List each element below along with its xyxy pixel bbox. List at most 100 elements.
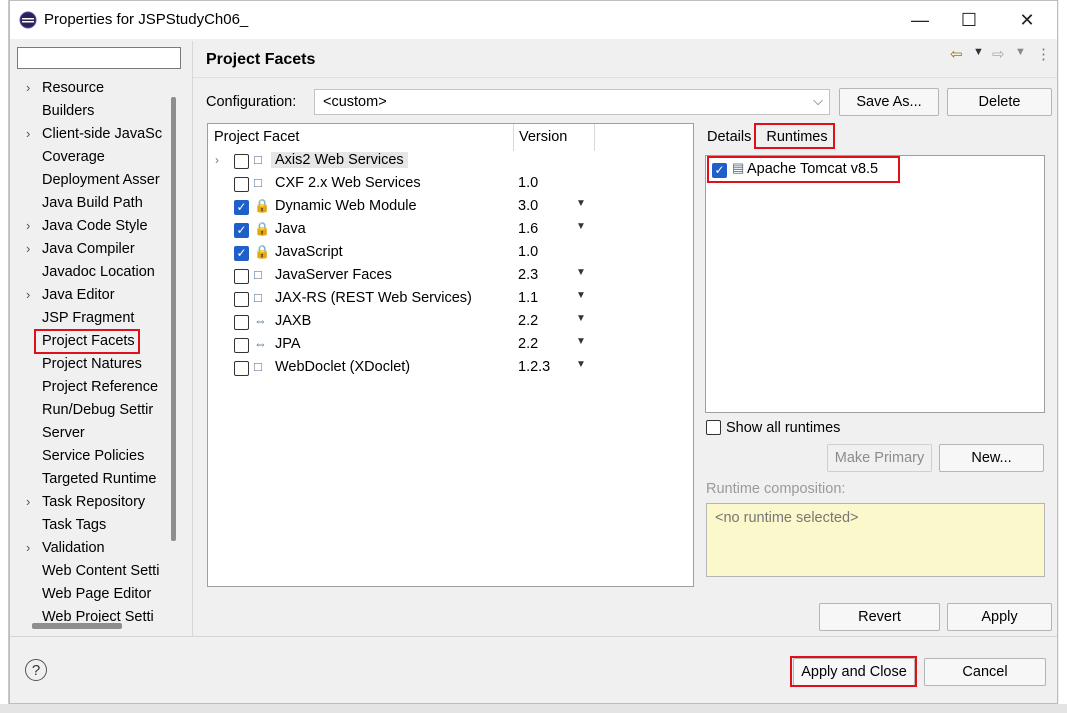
apply-button[interactable]: Apply [947, 603, 1052, 631]
facet-checkbox[interactable] [234, 361, 249, 376]
runtime-composition-value: <no runtime selected> [715, 510, 859, 526]
cancel-button[interactable]: Cancel [924, 658, 1046, 686]
facet-version[interactable]: 2.2 [518, 313, 538, 329]
nav-item[interactable]: Server [14, 422, 170, 444]
facet-version[interactable]: 1.2.3 [518, 359, 550, 375]
column-header-version[interactable]: Version [519, 129, 567, 145]
help-icon[interactable]: ? [25, 659, 47, 681]
nav-item[interactable]: Targeted Runtime [14, 468, 170, 490]
facet-row[interactable]: ✓ 🔒 JavaScript 1.0 [208, 242, 693, 265]
facet-checkbox[interactable] [234, 154, 249, 169]
nav-item[interactable]: Web Content Setti [14, 560, 170, 582]
column-separator[interactable] [513, 124, 514, 151]
chevron-right-icon[interactable]: › [26, 77, 36, 99]
make-primary-button[interactable]: Make Primary [827, 444, 932, 472]
new-runtime-button[interactable]: New... [939, 444, 1044, 472]
maximize-button[interactable]: ☐ [946, 1, 992, 39]
facet-checkbox[interactable]: ✓ [234, 223, 249, 238]
nav-item-label: Web Page Editor [42, 586, 152, 602]
version-dropdown-icon[interactable]: ▼ [576, 313, 586, 324]
version-dropdown-icon[interactable]: ▼ [576, 267, 586, 278]
facet-row[interactable]: ✓ 🔒 Java 1.6 ▼ [208, 219, 693, 242]
version-dropdown-icon[interactable]: ▼ [576, 290, 586, 301]
nav-item[interactable]: Project Reference [14, 376, 170, 398]
nav-horizontal-scrollbar[interactable] [32, 623, 122, 629]
nav-item[interactable]: Service Policies [14, 445, 170, 467]
nav-item[interactable]: JSP Fragment [14, 307, 170, 329]
back-menu-chevron-icon[interactable]: ▼ [973, 46, 984, 58]
facet-version[interactable]: 1.0 [518, 175, 538, 191]
chevron-right-icon[interactable]: › [26, 491, 36, 513]
facet-version[interactable]: 1.6 [518, 221, 538, 237]
version-dropdown-icon[interactable]: ▼ [576, 221, 586, 232]
facet-version[interactable]: 1.1 [518, 290, 538, 306]
facet-version[interactable]: 2.3 [518, 267, 538, 283]
configuration-select[interactable]: <custom> ⌵ [314, 89, 830, 115]
nav-item[interactable]: Web Project Setti [14, 606, 170, 622]
chevron-right-icon[interactable]: › [215, 153, 219, 167]
filter-input[interactable] [17, 47, 181, 69]
close-button[interactable]: ✕ [1004, 1, 1050, 39]
pane-splitter[interactable] [192, 41, 193, 637]
facet-row[interactable]: ⇔ JAXB 2.2 ▼ [208, 311, 693, 334]
column-separator[interactable] [594, 124, 595, 151]
nav-item[interactable]: Deployment Asser [14, 169, 170, 191]
chevron-right-icon[interactable]: › [26, 215, 36, 237]
facet-row[interactable]: □ JAX-RS (REST Web Services) 1.1 ▼ [208, 288, 693, 311]
nav-vertical-scrollbar[interactable] [171, 97, 176, 541]
show-all-runtimes-checkbox[interactable] [706, 420, 721, 435]
facet-row[interactable]: □ CXF 2.x Web Services 1.0 [208, 173, 693, 196]
nav-item[interactable]: › Java Editor [14, 284, 170, 306]
nav-item[interactable]: › Resource [14, 77, 170, 99]
forward-arrow-icon[interactable]: ⇨ [992, 45, 1005, 63]
chevron-right-icon[interactable]: › [26, 238, 36, 260]
facet-row[interactable]: ✓ 🔒 Dynamic Web Module 3.0 ▼ [208, 196, 693, 219]
column-header-facet[interactable]: Project Facet [214, 129, 299, 145]
facet-row[interactable]: › □ Axis2 Web Services [208, 150, 693, 173]
facet-row[interactable]: □ JavaServer Faces 2.3 ▼ [208, 265, 693, 288]
facet-checkbox[interactable]: ✓ [234, 246, 249, 261]
facet-checkbox[interactable] [234, 338, 249, 353]
facet-row[interactable]: ⇔ JPA 2.2 ▼ [208, 334, 693, 357]
chevron-right-icon[interactable]: › [26, 537, 36, 559]
facet-checkbox[interactable] [234, 177, 249, 192]
back-arrow-icon[interactable]: ⇦ [950, 45, 963, 63]
version-dropdown-icon[interactable]: ▼ [576, 359, 586, 370]
nav-item-label: Javadoc Location [42, 264, 155, 280]
forward-menu-chevron-icon[interactable]: ▼ [1015, 46, 1026, 58]
nav-item[interactable]: Coverage [14, 146, 170, 168]
facet-checkbox[interactable] [234, 315, 249, 330]
tab-details[interactable]: Details [707, 129, 751, 145]
view-menu-icon[interactable]: ⋮ [1036, 45, 1051, 63]
facet-icon: ⇔ [254, 313, 267, 328]
chevron-right-icon[interactable]: › [26, 123, 36, 145]
nav-item[interactable]: › Validation [14, 537, 170, 559]
nav-item[interactable]: Run/Debug Settir [14, 399, 170, 421]
facet-version[interactable]: 2.2 [518, 336, 538, 352]
nav-item[interactable]: › Task Repository [14, 491, 170, 513]
nav-item[interactable]: Project Natures [14, 353, 170, 375]
nav-item[interactable]: Javadoc Location [14, 261, 170, 283]
version-dropdown-icon[interactable]: ▼ [576, 198, 586, 209]
nav-item[interactable]: Java Build Path [14, 192, 170, 214]
revert-button[interactable]: Revert [819, 603, 940, 631]
nav-item[interactable]: › Java Code Style [14, 215, 170, 237]
nav-item-label: Java Build Path [42, 195, 143, 211]
facet-version[interactable]: 1.0 [518, 244, 538, 260]
facet-checkbox[interactable] [234, 292, 249, 307]
version-dropdown-icon[interactable]: ▼ [576, 336, 586, 347]
facet-row[interactable]: □ WebDoclet (XDoclet) 1.2.3 ▼ [208, 357, 693, 380]
background-window-right [1059, 0, 1067, 713]
facet-checkbox[interactable] [234, 269, 249, 284]
save-as-button[interactable]: Save As... [839, 88, 939, 116]
delete-button[interactable]: Delete [947, 88, 1052, 116]
nav-item[interactable]: › Client-side JavaSc [14, 123, 170, 145]
facet-checkbox[interactable]: ✓ [234, 200, 249, 215]
nav-item[interactable]: Builders [14, 100, 170, 122]
minimize-button[interactable]: — [897, 1, 943, 39]
nav-item[interactable]: › Java Compiler [14, 238, 170, 260]
facet-version[interactable]: 3.0 [518, 198, 538, 214]
chevron-right-icon[interactable]: › [26, 284, 36, 306]
nav-item[interactable]: Web Page Editor [14, 583, 170, 605]
nav-item[interactable]: Task Tags [14, 514, 170, 536]
